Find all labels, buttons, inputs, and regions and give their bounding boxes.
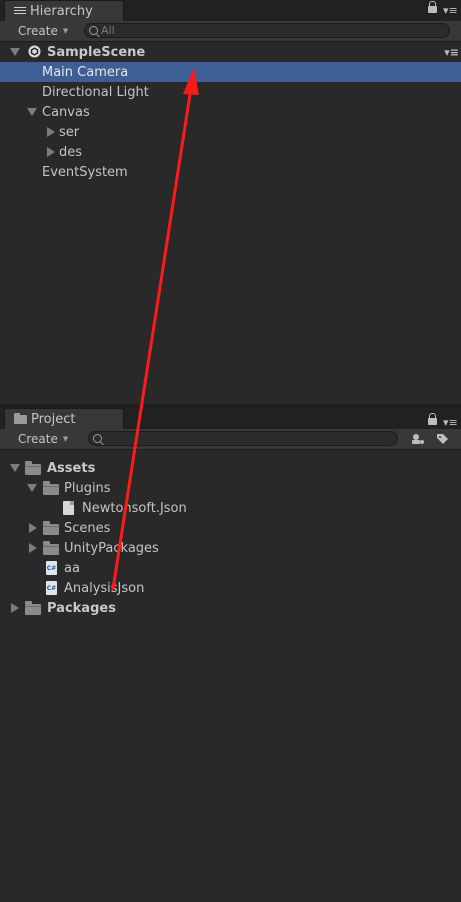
red-arrow-annotation: [111, 68, 199, 591]
arrow-shaft: [111, 86, 193, 591]
arrow-head: [183, 68, 199, 95]
